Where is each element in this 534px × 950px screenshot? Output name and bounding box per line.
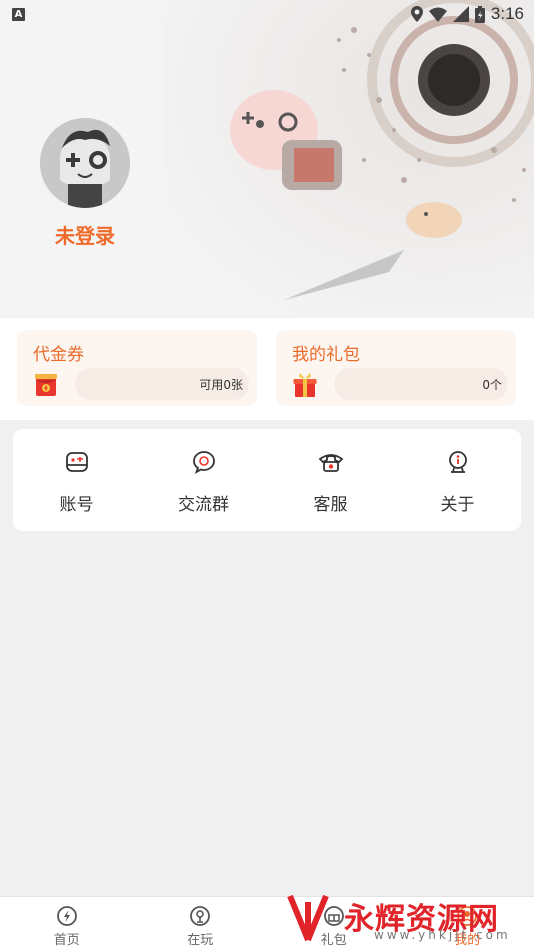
menu-label-account: 账号	[59, 495, 94, 515]
account-icon	[65, 452, 88, 472]
wallet-section: 代金券 可用0张 我的礼包 0个	[0, 318, 534, 420]
gift-box-icon	[293, 373, 317, 397]
voucher-title: 代金券	[33, 345, 84, 365]
signal-icon	[452, 6, 469, 22]
avatar[interactable]	[40, 118, 130, 208]
menu-item-about[interactable]: 关于	[394, 429, 521, 531]
nav-tab-gift[interactable]: 礼包	[267, 897, 401, 950]
nav-tab-profile[interactable]: 我的	[401, 897, 534, 950]
nav-label-playing: 在玩	[187, 933, 214, 948]
voucher-card[interactable]: 代金券 可用0张	[17, 330, 257, 406]
gift-icon	[323, 906, 344, 926]
gift-pack-title: 我的礼包	[292, 345, 360, 365]
nav-label-profile: 我的	[454, 933, 481, 948]
wifi-icon	[428, 7, 447, 22]
clock: 3:16	[490, 4, 524, 23]
playing-icon	[190, 906, 211, 926]
menu-label-customer-service: 客服	[313, 495, 348, 515]
profile-icon	[457, 906, 478, 926]
phone-icon	[318, 454, 343, 472]
gift-pack-value: 0个	[482, 378, 502, 392]
bottom-nav: 首页 在玩 礼包 我的	[0, 896, 534, 950]
voucher-value: 可用0张	[199, 378, 243, 392]
menu-label-chat-group: 交流群	[178, 495, 229, 515]
menu-label-about: 关于	[440, 495, 475, 515]
header-illustration	[164, 0, 534, 318]
info-icon	[448, 451, 467, 473]
home-icon	[56, 906, 77, 926]
gift-pack-card[interactable]: 我的礼包 0个	[276, 330, 516, 406]
feature-menu: 账号 交流群 客服 关于	[13, 429, 521, 531]
nav-label-home: 首页	[53, 933, 80, 948]
menu-item-customer-service[interactable]: 客服	[267, 429, 394, 531]
menu-item-account[interactable]: 账号	[13, 429, 140, 531]
avatar-cat-icon	[40, 118, 130, 208]
profile-header: 未登录	[0, 0, 534, 318]
red-envelope-icon	[35, 374, 57, 396]
nav-tab-home[interactable]: 首页	[0, 897, 134, 950]
location-icon	[410, 6, 423, 22]
battery-icon	[474, 5, 485, 23]
notification-badge: A	[12, 7, 25, 21]
nav-label-gift: 礼包	[320, 933, 347, 948]
login-status[interactable]: 未登录	[40, 220, 130, 249]
nav-tab-playing[interactable]: 在玩	[134, 897, 268, 950]
menu-item-chat-group[interactable]: 交流群	[140, 429, 267, 531]
chat-group-icon	[192, 451, 215, 474]
status-bar: A 3:16	[0, 0, 534, 28]
